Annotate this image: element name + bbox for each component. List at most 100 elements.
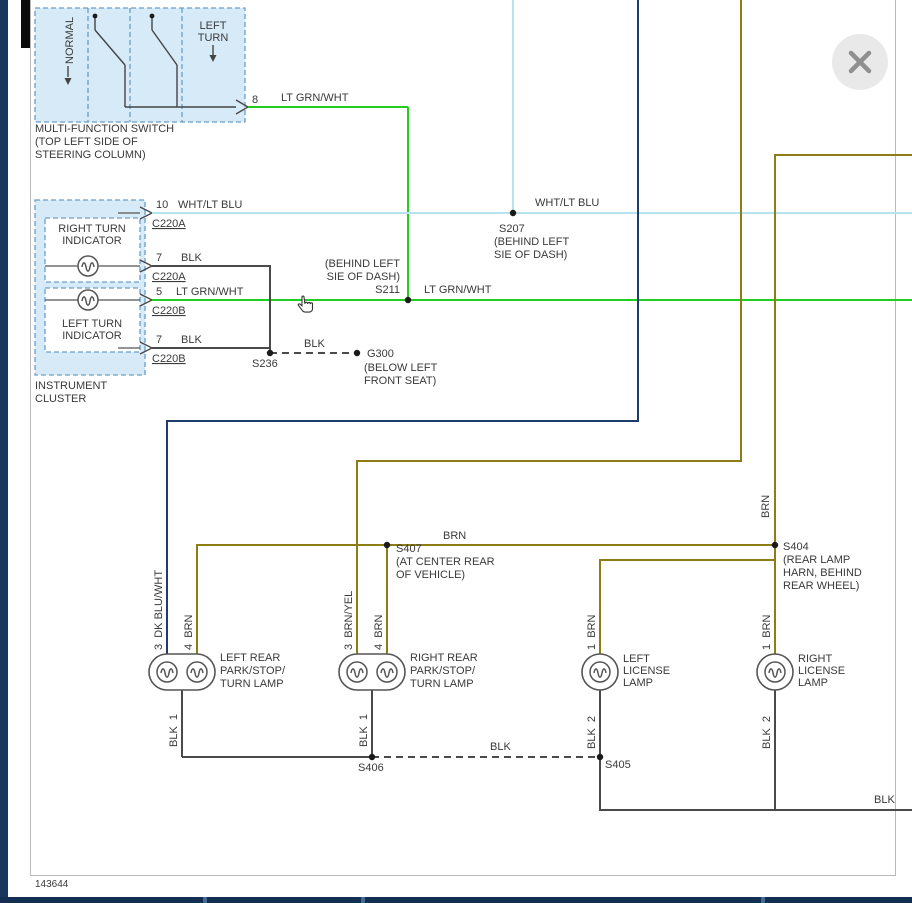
connector-label-c220a: C220A xyxy=(152,271,186,283)
ground-blk-label: BLK 1 xyxy=(168,714,180,747)
left-rear-lamp-symbol xyxy=(149,654,215,690)
window-edge-strip xyxy=(0,0,8,903)
splice-dot-s407 xyxy=(384,542,390,548)
switch-title: STEERING COLUMN) xyxy=(35,149,146,161)
switch-contact-dot xyxy=(150,14,155,19)
s236-label: S236 xyxy=(252,358,278,370)
right-license-lamp-label: LICENSE xyxy=(798,665,845,677)
splice-dot-s236 xyxy=(267,350,273,356)
s405-label: S405 xyxy=(605,759,631,771)
right-rear-lamp-label: TURN LAMP xyxy=(410,678,474,690)
pin1-brn-label: 1 BRN xyxy=(586,614,598,650)
right-license-lamp-label: RIGHT xyxy=(798,653,833,665)
pin7-label: 7 xyxy=(156,334,162,346)
s211-note: SIE OF DASH) xyxy=(327,271,400,283)
wire-label-lt-grn-wht: LT GRN/WHT xyxy=(281,92,349,104)
cluster-title: CLUSTER xyxy=(35,393,86,405)
s211-label: S211 xyxy=(375,284,400,296)
pin10-label: 10 xyxy=(156,199,168,211)
wire-label-blk: BLK xyxy=(181,252,202,264)
g300-label: G300 xyxy=(367,348,394,360)
g300-note: FRONT SEAT) xyxy=(364,375,436,387)
left-rear-lamp-label: LEFT REAR xyxy=(220,652,280,664)
s407-note: OF VEHICLE) xyxy=(396,569,465,581)
wire-label-wht-lt-blu: WHT/LT BLU xyxy=(535,197,599,209)
splice-dot-s406 xyxy=(369,754,375,760)
pin4-brn-label: 4 BRN xyxy=(373,614,385,650)
left-license-lamp-label: LEFT xyxy=(623,653,650,665)
wire-label-blk: BLK xyxy=(304,338,325,350)
wire-label-brn-vertical: BRN xyxy=(760,495,772,518)
left-turn-indicator-label: LEFT TURN xyxy=(62,318,122,330)
s207-note: (BEHIND LEFT xyxy=(494,236,569,248)
ground-blk-label: BLK 2 xyxy=(586,716,598,749)
left-license-lamp-label: LICENSE xyxy=(623,665,670,677)
ground-blk-label: BLK 2 xyxy=(761,716,773,749)
switch-title: MULTI-FUNCTION SWITCH xyxy=(35,123,174,135)
splice-dot-s405 xyxy=(597,754,603,760)
connector-label-c220a: C220A xyxy=(152,218,186,230)
right-turn-indicator-label: RIGHT TURN xyxy=(58,223,125,235)
wire-label-wht-lt-blu: WHT/LT BLU xyxy=(178,199,242,211)
right-license-lamp-label: LAMP xyxy=(798,677,828,689)
right-rear-lamp-label: RIGHT REAR xyxy=(410,652,478,664)
wiring-diagram-canvas: NORMAL LEFT TURN 8 LT GRN/WHT MULTI-FUNC… xyxy=(0,0,912,903)
right-license-lamp-symbol xyxy=(757,654,793,690)
taskbar-segment[interactable] xyxy=(207,897,361,903)
cluster-title: INSTRUMENT xyxy=(35,380,107,392)
left-license-lamp-label: LAMP xyxy=(623,677,653,689)
connector-label-c220b: C220B xyxy=(152,305,186,317)
normal-label: NORMAL xyxy=(64,17,76,64)
left-rear-lamp-label: TURN LAMP xyxy=(220,678,284,690)
ground-blk-label: BLK 1 xyxy=(358,714,370,747)
connector-label-c220b: C220B xyxy=(152,353,186,365)
pin3-brn-yel-label: 3 BRN/YEL xyxy=(343,591,355,650)
scrollbar-thumb[interactable] xyxy=(21,0,30,48)
s404-note: (REAR LAMP xyxy=(783,554,850,566)
close-icon xyxy=(832,34,888,90)
left-rear-lamp-label: PARK/STOP/ xyxy=(220,665,286,677)
s404-note: REAR WHEEL) xyxy=(783,580,859,592)
left-turn-indicator-label: INDICATOR xyxy=(62,330,122,342)
close-button[interactable] xyxy=(832,34,888,90)
wire-blk-rear-ground xyxy=(182,690,912,810)
taskbar xyxy=(0,897,912,903)
left-license-lamp-symbol xyxy=(582,654,618,690)
s407-label: S407 xyxy=(396,543,422,555)
s404-note: HARN, BEHIND xyxy=(783,567,862,579)
pin7-label: 7 xyxy=(156,252,162,264)
wire-label-blk: BLK xyxy=(181,334,202,346)
left-turn-label: TURN xyxy=(198,32,229,44)
wire-label-blk: BLK xyxy=(874,794,895,806)
pin5-label: 5 xyxy=(156,286,162,298)
cursor-hand-icon xyxy=(298,296,312,312)
right-rear-lamp-label: PARK/STOP/ xyxy=(410,665,476,677)
s406-label: S406 xyxy=(358,762,384,774)
pin8-label: 8 xyxy=(252,94,258,106)
doc-number: 143644 xyxy=(35,879,69,890)
pin1-brn-label: 1 BRN xyxy=(761,614,773,650)
taskbar-segment[interactable] xyxy=(365,897,761,903)
wire-label-lt-grn-wht: LT GRN/WHT xyxy=(176,286,244,298)
splice-dot-s211 xyxy=(405,297,411,303)
pin3-dk-blu-wht-label: 3 DK BLU/WHT xyxy=(153,570,165,650)
wire-label-brn: BRN xyxy=(443,530,466,542)
splice-dot-s404 xyxy=(772,542,778,548)
s211-note: (BEHIND LEFT xyxy=(325,258,400,270)
splice-dot-s207 xyxy=(510,210,516,216)
right-turn-indicator-label: INDICATOR xyxy=(62,235,122,247)
left-turn-label: LEFT xyxy=(200,20,227,32)
ground-dot-g300 xyxy=(354,350,360,356)
s404-label: S404 xyxy=(783,541,809,553)
switch-title: (TOP LEFT SIDE OF xyxy=(35,136,138,148)
s407-note: (AT CENTER REAR xyxy=(396,556,495,568)
right-rear-lamp-symbol xyxy=(339,654,405,690)
g300-note: (BELOW LEFT xyxy=(364,362,438,374)
taskbar-segment[interactable] xyxy=(765,897,912,903)
wire-label-lt-grn-wht: LT GRN/WHT xyxy=(424,284,492,296)
taskbar-segment[interactable] xyxy=(0,897,203,903)
wire-label-blk: BLK xyxy=(490,741,511,753)
s207-note: SIE OF DASH) xyxy=(494,249,567,261)
s207-label: S207 xyxy=(499,223,525,235)
switch-contact-dot xyxy=(93,14,98,19)
